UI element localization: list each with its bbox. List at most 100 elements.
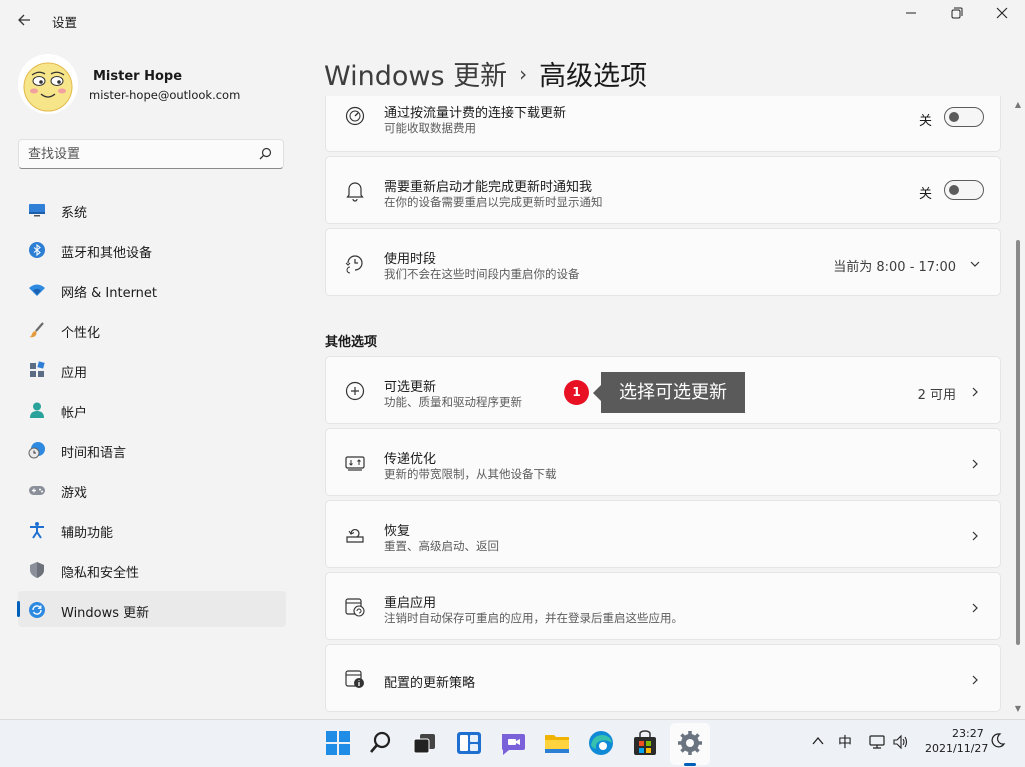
task-view-icon[interactable] — [411, 729, 439, 757]
option-configured-update-policies[interactable]: 配置的更新策略 — [325, 644, 1001, 712]
sidebar-item-bluetooth[interactable]: 蓝牙和其他设备 — [18, 231, 286, 267]
chevron-right-icon — [972, 387, 978, 397]
chat-icon[interactable] — [499, 729, 527, 757]
back-button[interactable] — [14, 10, 36, 30]
scroll-down-icon[interactable]: ▼ — [1014, 704, 1022, 714]
chevron-right-icon — [972, 603, 978, 613]
section-heading-other-options: 其他选项 — [325, 335, 378, 350]
file-explorer-icon[interactable] — [543, 729, 571, 757]
breadcrumb: Windows 更新 › 高级选项 — [324, 54, 647, 93]
wifi-icon — [29, 284, 45, 296]
sidebar-item-time-language[interactable]: 时间和语言 — [18, 431, 286, 467]
sidebar-item-system[interactable]: 系统 — [18, 191, 286, 227]
sidebar-item-label: 辅助功能 — [61, 526, 114, 541]
chevron-down-icon[interactable] — [968, 257, 982, 271]
sidebar-item-label: 帐户 — [61, 406, 88, 421]
profile-name: Mister Hope — [93, 69, 183, 84]
option-restart-apps[interactable]: 重启应用 注销时自动保存可重启的应用，并在登录后重启这些应用。 — [325, 572, 1001, 640]
shield-icon — [30, 562, 44, 578]
scroll-thumb[interactable] — [1016, 240, 1020, 645]
gamepad-icon — [29, 486, 45, 495]
sidebar-item-label: 隐私和安全性 — [61, 566, 140, 581]
toggle-knob — [949, 185, 959, 195]
app-title: 设置 — [52, 15, 78, 30]
clock-time[interactable]: 23:27 — [952, 727, 984, 740]
search-icon[interactable] — [367, 729, 395, 757]
optional-updates-count: 2 可用 — [917, 388, 956, 403]
store-icon[interactable] — [631, 729, 659, 757]
sidebar-item-label: 应用 — [61, 366, 88, 381]
sidebar-item-windows-update[interactable]: Windows 更新 — [17, 591, 286, 627]
widgets-icon[interactable] — [455, 729, 483, 757]
clock-date[interactable]: 2021/11/27 — [925, 742, 988, 755]
setting-title: 使用时段 — [384, 252, 437, 267]
network-status[interactable] — [868, 733, 886, 751]
chevron-right-icon — [972, 675, 978, 685]
setting-active-hours[interactable]: 使用时段 我们不会在这些时间段内重启你的设备 当前为 8:00 - 17:00 — [325, 228, 1001, 296]
ime-indicator[interactable]: 中 — [838, 732, 852, 752]
search-input[interactable] — [28, 145, 248, 163]
toggle-state-label: 关 — [918, 187, 932, 202]
moon-icon — [991, 733, 1006, 748]
step-number-badge: 1 — [564, 380, 589, 405]
option-title: 重启应用 — [384, 596, 437, 611]
sidebar-item-apps[interactable]: 应用 — [18, 351, 286, 387]
gauge-icon — [345, 106, 365, 126]
plus-circle-icon — [345, 381, 365, 401]
sidebar-item-label: 系统 — [61, 206, 88, 221]
metered-toggle[interactable] — [944, 107, 984, 127]
sidebar-item-personalization[interactable]: 个性化 — [18, 311, 286, 347]
minimize-button[interactable] — [888, 4, 934, 24]
close-button[interactable] — [979, 4, 1025, 24]
setting-subtitle: 在你的设备需要重启以完成更新时显示通知 — [384, 195, 603, 209]
person-icon — [30, 402, 44, 418]
accessibility-icon — [30, 522, 44, 539]
sidebar-item-label: 时间和语言 — [61, 446, 127, 461]
scroll-up-icon[interactable]: ▲ — [1014, 100, 1022, 110]
sidebar-nav: 系统 蓝牙和其他设备 网络 & Internet 个性化 应用 帐户 时间和语言… — [17, 191, 286, 631]
sidebar-item-network[interactable]: 网络 & Internet — [18, 271, 286, 307]
tray-overflow-button[interactable] — [811, 734, 825, 748]
sidebar-item-accessibility[interactable]: 辅助功能 — [18, 511, 286, 547]
search-box[interactable] — [18, 139, 284, 169]
option-title: 恢复 — [384, 524, 411, 539]
monitor-icon — [29, 204, 45, 217]
option-delivery-optimization[interactable]: 传递优化 更新的带宽限制，从其他设备下载 — [325, 428, 1001, 496]
option-title: 配置的更新策略 — [384, 676, 476, 691]
page-title: 高级选项 — [539, 61, 648, 92]
option-title: 传递优化 — [384, 452, 437, 467]
sidebar-item-gaming[interactable]: 游戏 — [18, 471, 286, 507]
settings-icon[interactable] — [676, 729, 704, 757]
sidebar-item-privacy[interactable]: 隐私和安全性 — [18, 551, 286, 587]
setting-subtitle: 可能收取数据费用 — [384, 121, 476, 135]
notify-restart-toggle[interactable] — [944, 180, 984, 200]
close-icon — [996, 7, 1008, 19]
update-icon — [29, 602, 45, 618]
delivery-optimization-icon — [345, 456, 365, 471]
scrollbar[interactable]: ▲ ▼ — [1014, 100, 1022, 718]
title-bar: 设置 — [0, 0, 1025, 40]
focus-assist-button[interactable] — [990, 732, 1006, 748]
search-icon[interactable] — [257, 146, 273, 162]
maximize-button[interactable] — [933, 4, 979, 24]
profile-email: mister-hope@outlook.com — [89, 88, 241, 102]
start-icon[interactable] — [324, 729, 352, 757]
option-recovery[interactable]: 恢复 重置、高级启动、返回 — [325, 500, 1001, 568]
sidebar-item-label: 网络 & Internet — [61, 286, 158, 301]
sidebar-item-accounts[interactable]: 帐户 — [18, 391, 286, 427]
bell-icon — [346, 182, 364, 202]
breadcrumb-separator: › — [519, 62, 528, 86]
network-icon — [869, 735, 885, 749]
minimize-icon — [906, 12, 916, 14]
sidebar-item-label: Windows 更新 — [61, 606, 150, 621]
avatar[interactable] — [18, 54, 78, 114]
breadcrumb-parent[interactable]: Windows 更新 — [324, 61, 507, 92]
active-indicator — [17, 601, 20, 617]
sidebar-item-label: 游戏 — [61, 486, 88, 501]
bluetooth-icon — [29, 242, 45, 258]
setting-subtitle: 我们不会在这些时间段内重启你的设备 — [384, 267, 580, 281]
volume-status[interactable] — [892, 733, 910, 751]
setting-title: 通过按流量计费的连接下载更新 — [384, 106, 567, 121]
edge-icon[interactable] — [587, 729, 615, 757]
option-subtitle: 重置、高级启动、返回 — [384, 539, 499, 553]
